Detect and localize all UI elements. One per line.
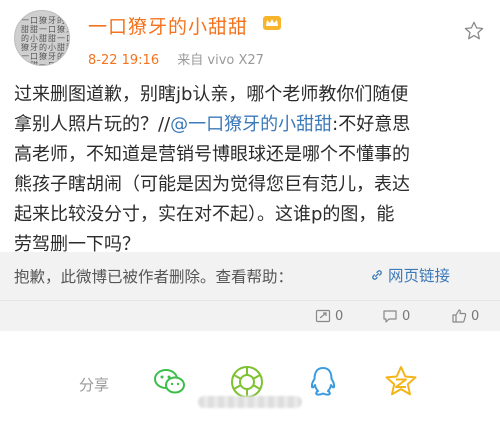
avatar-pattern-char: 甜 — [39, 34, 47, 43]
avatar-pattern-char: 的 — [57, 16, 65, 25]
help-link-label: 网页链接 — [388, 267, 451, 285]
post-content: 过来删图道歉，别瞎jb认亲，哪个老师教你们随便 拿别人照片玩的？//@一口獠牙的… — [14, 80, 490, 260]
repost-icon — [315, 309, 331, 323]
post-time: 8-22 19:16 — [88, 53, 160, 68]
avatar-pattern-char: 甜 — [30, 25, 38, 34]
comment-count: 0 — [402, 308, 411, 324]
comment-button[interactable]: 0 — [382, 301, 410, 331]
content-line: 拿别人照片玩的？//@一口獠牙的小甜甜:不好意思 — [14, 110, 490, 140]
avatar-pattern-char: 小 — [48, 43, 56, 52]
avatar-pattern-char: 的 — [57, 52, 65, 61]
content-line: 熊孩子瞎胡闹（可能是因为觉得您巨有范儿，表达 — [14, 174, 410, 195]
avatar-pattern-char: 甜 — [21, 25, 29, 34]
avatar-pattern-char: 一 — [39, 25, 47, 34]
content-line: 过来删图道歉，别瞎jb认亲，哪个老师教你们随便 — [14, 84, 409, 105]
moments-icon[interactable] — [229, 364, 265, 400]
avatar-pattern-char: 一 — [57, 34, 65, 43]
avatar-pattern-char: 小 — [66, 17, 69, 25]
avatar-pattern-char: 牙 — [48, 52, 56, 61]
avatar-pattern-char: 一 — [21, 52, 29, 61]
avatar-pattern-char: 的 — [39, 43, 47, 52]
avatar-pattern-char: 牙 — [66, 62, 69, 66]
avatar-pattern-char: 獠 — [39, 52, 47, 61]
content-line: 高老师，不知道是营销号博眼球还是哪个不懂事的 — [14, 144, 410, 165]
avatar-pattern-char: 甜 — [66, 44, 69, 52]
action-bar: 0 0 0 — [0, 301, 500, 331]
qq-icon[interactable] — [305, 364, 341, 400]
thumbs-up-icon — [452, 309, 467, 323]
username[interactable]: 一口獠牙的小甜甜 — [88, 12, 248, 39]
post-source: 来自 vivo X27 — [177, 53, 264, 68]
avatar-pattern-char: 甜 — [48, 34, 56, 43]
avatar-pattern-char: 獠 — [57, 25, 65, 34]
avatar-pattern-char: 牙 — [48, 16, 56, 25]
deleted-notice: 抱歉，此微博已被作者删除。查看帮助： 网页链接 — [0, 252, 500, 301]
like-button[interactable]: 0 — [451, 301, 479, 331]
content-line: 起来比较没分寸，实在对不起）。这谁p的图，能 — [14, 204, 395, 225]
avatar-pattern-char: 甜 — [30, 61, 38, 66]
vip-crown-icon[interactable] — [262, 14, 282, 32]
avatar-pattern-char: 口 — [30, 16, 38, 25]
link-icon — [372, 270, 382, 280]
avatar-pattern-char: 甜 — [57, 43, 65, 52]
content-text: 拿别人照片玩的？// — [14, 114, 171, 135]
avatar-pattern-char: 一 — [21, 16, 29, 25]
avatar-pattern-char: 口 — [48, 25, 56, 34]
avatar-pattern-char: 甜 — [21, 61, 29, 66]
repost-count: 0 — [335, 308, 344, 324]
help-link[interactable]: 网页链接 — [370, 264, 450, 286]
avatar-pattern-char: 一 — [39, 61, 47, 66]
repost-button[interactable]: 0 — [315, 301, 343, 331]
avatar-pattern-char: 牙 — [30, 43, 38, 52]
star-icon[interactable] — [463, 20, 485, 42]
like-count: 0 — [471, 308, 480, 324]
wechat-icon[interactable] — [152, 364, 188, 400]
avatar-pattern-char: 獠 — [21, 43, 29, 52]
mention-link[interactable]: @一口獠牙的小甜甜 — [170, 114, 332, 135]
post-meta: 8-22 19:16 来自 vivo X27 — [88, 49, 264, 68]
comment-icon — [383, 310, 397, 323]
avatar-pattern-char: 口 — [30, 52, 38, 61]
avatar-pattern-char: 的 — [21, 34, 29, 43]
avatar-pattern-char: 獠 — [39, 16, 47, 25]
avatar-pattern-char: 獠 — [57, 61, 65, 66]
avatar[interactable]: 一口獠牙的小甜甜一口獠牙的小甜甜一口獠牙的小甜甜一口獠牙的小甜甜一口獠牙 — [14, 10, 70, 66]
qzone-star-icon[interactable] — [383, 364, 419, 400]
content-text: :不好意思 — [332, 114, 411, 135]
avatar-pattern-char: 牙 — [66, 26, 69, 34]
avatar-pattern-char: 口 — [48, 61, 56, 66]
deleted-text: 抱歉，此微博已被作者删除。查看帮助： — [14, 268, 294, 286]
blurred-watermark — [198, 396, 302, 408]
avatar-pattern-char: 小 — [66, 53, 69, 61]
avatar-pattern: 一口獠牙的小甜甜一口獠牙的小甜甜一口獠牙的小甜甜一口獠牙的小甜甜一口獠牙 — [15, 11, 69, 66]
post-header: 一口獠牙的小甜甜一口獠牙的小甜甜一口獠牙的小甜甜一口獠牙的小甜甜一口獠牙 一口獠… — [0, 0, 500, 74]
avatar-pattern-char: 小 — [30, 34, 38, 43]
share-label: 分享 — [79, 376, 110, 394]
avatar-pattern-char: 口 — [66, 35, 69, 43]
